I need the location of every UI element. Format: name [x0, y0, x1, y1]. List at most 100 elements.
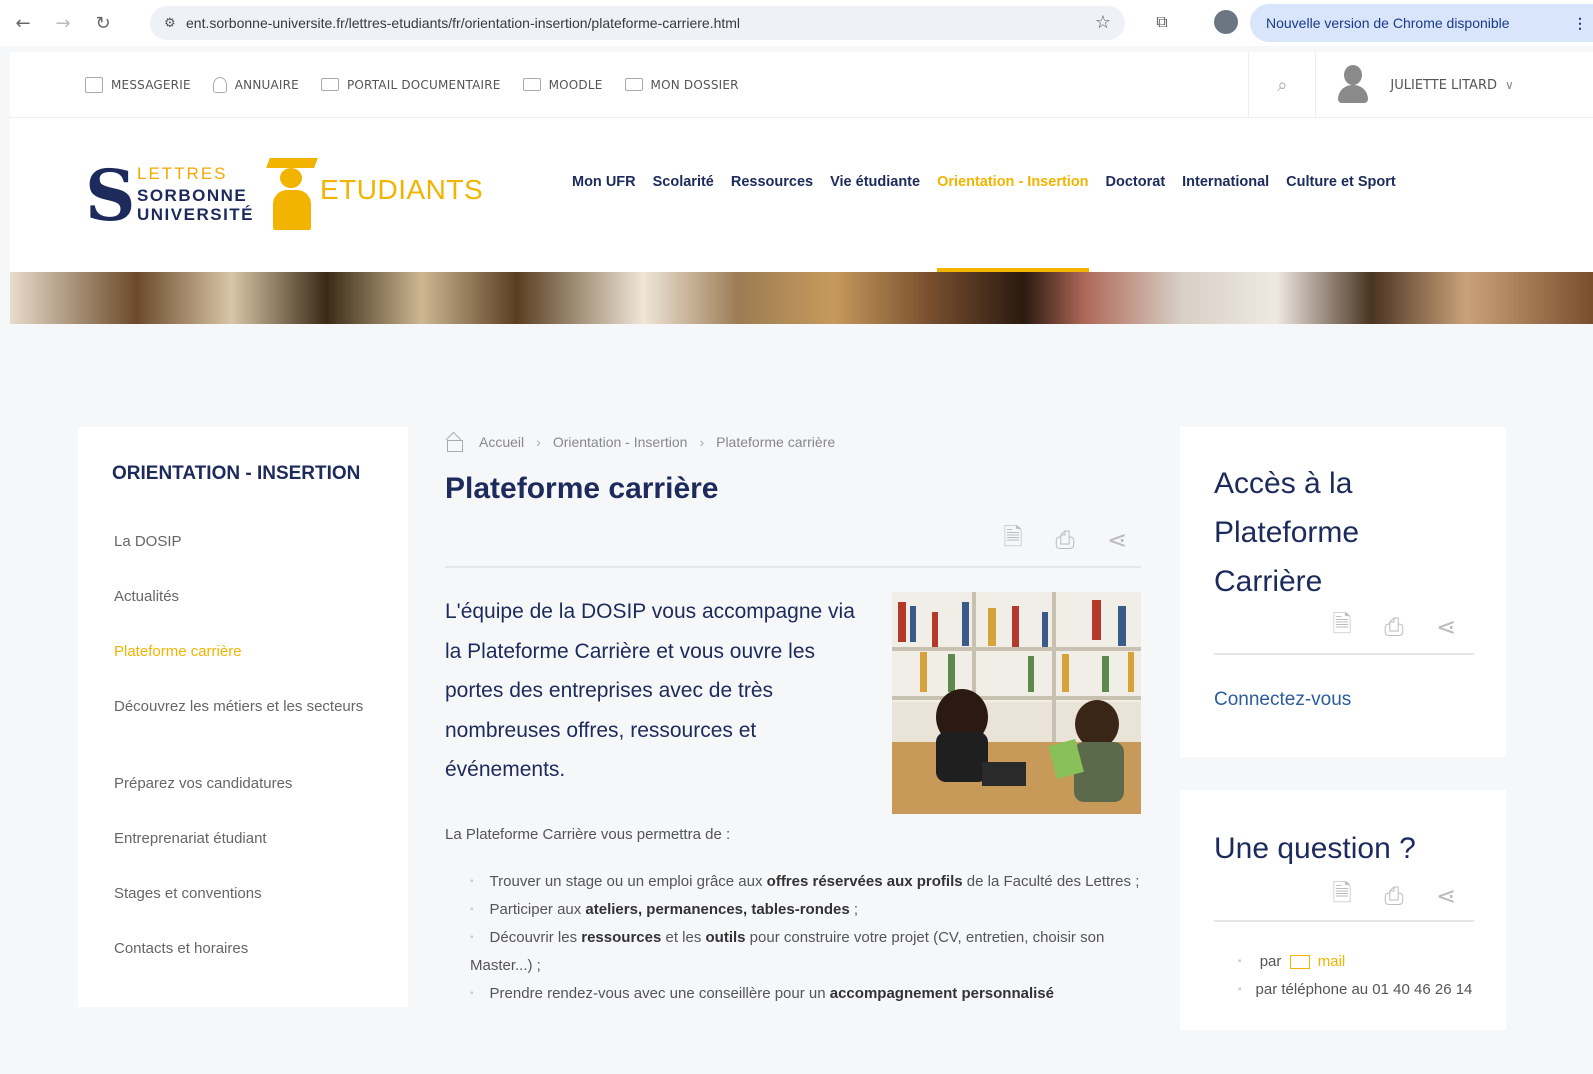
logo-line3: UNIVERSITÉ: [137, 205, 255, 224]
bookmark-star-icon[interactable]: ☆: [1095, 12, 1111, 33]
util-moodle[interactable]: MOODLE: [522, 78, 603, 92]
list-item: Participer aux ateliers, permanences, ta…: [470, 896, 1140, 924]
home-icon[interactable]: [445, 433, 465, 452]
access-card-title: Accès à la Plateforme Carrière: [1214, 467, 1360, 598]
list-item: Découvrir les ressources et les outils p…: [470, 924, 1140, 980]
sidebar-item-actualites[interactable]: Actualités: [114, 585, 374, 608]
pdf-icon[interactable]: 🗎: [1326, 879, 1358, 912]
back-arrow-icon[interactable]: ←: [6, 6, 40, 40]
breadcrumb-separator: ›: [699, 434, 705, 450]
share-icon[interactable]: ⋖: [1101, 524, 1133, 556]
util-label: PORTAIL DOCUMENTAIRE: [346, 77, 501, 92]
mail-icon: [1289, 955, 1310, 970]
nav-mon-ufr[interactable]: Mon UFR: [572, 174, 636, 190]
sidebar-item-dosip[interactable]: La DOSIP: [114, 530, 374, 553]
nav-culture-sport[interactable]: Culture et Sport: [1286, 174, 1396, 190]
nav-ressources[interactable]: Ressources: [731, 174, 813, 190]
sidebar-item-candidatures[interactable]: Préparez vos candidatures: [114, 772, 374, 795]
contact-mail: par mail: [1238, 948, 1488, 976]
etudiants-text: ETUDIANTS: [320, 174, 484, 205]
student-body-shape: [273, 190, 311, 230]
page-tools: 🗎 ⎙ ⋖: [977, 523, 1133, 556]
pdf-icon[interactable]: 🗎: [997, 523, 1029, 556]
site-settings-icon[interactable]: ⚙: [164, 16, 186, 31]
nav-doctorat[interactable]: Doctorat: [1106, 174, 1166, 190]
nav-scolarite[interactable]: Scolarité: [653, 174, 714, 190]
sidebar-item-plateforme-carriere[interactable]: Plateforme carrière: [114, 640, 374, 663]
intro-text: La Plateforme Carrière vous permettra de…: [445, 826, 731, 843]
folder-icon: [624, 78, 643, 91]
sorbonne-logo[interactable]: S LETTRES SORBONNE UNIVERSITÉ: [85, 158, 265, 234]
question-card-title: Une question ?: [1214, 832, 1416, 865]
sidebar-item-metiers[interactable]: Découvrez les métiers et les secteurs: [114, 695, 374, 718]
forward-arrow-icon[interactable]: →: [46, 6, 80, 40]
user-name[interactable]: JULIETTE LITARD: [1390, 78, 1497, 93]
util-mon-dossier[interactable]: MON DOSSIER: [624, 78, 739, 92]
title-divider: [445, 566, 1141, 568]
menu-dots-icon[interactable]: ⋮: [1573, 15, 1587, 32]
print-icon[interactable]: ⎙: [1049, 524, 1081, 556]
list-item: Trouver un stage ou un emploi grâce aux …: [470, 868, 1140, 896]
breadcrumb: Accueil › Orientation - Insertion › Plat…: [445, 433, 836, 452]
sorbonne-s-mark: S: [85, 154, 136, 237]
sidebar-item-entreprenariat[interactable]: Entreprenariat étudiant: [114, 827, 374, 850]
pdf-icon[interactable]: 🗎: [1326, 610, 1358, 643]
breadcrumb-accueil[interactable]: Accueil: [479, 434, 524, 450]
mail-prefix: par: [1259, 953, 1282, 970]
nav-vie-etudiante[interactable]: Vie étudiante: [830, 174, 920, 190]
card-divider: [1214, 653, 1474, 655]
contact-list: par mail par téléphone au 01 40 46 26 14: [1238, 948, 1488, 1004]
graduation-cap-icon: [266, 158, 318, 168]
sidebar-item-contacts[interactable]: Contacts et horaires: [114, 937, 374, 960]
section-sidebar: ORIENTATION - INSERTION La DOSIP Actuali…: [78, 427, 408, 1007]
user-icon: [212, 76, 227, 93]
user-area: ⌕ JULIETTE LITARD ∨: [1248, 52, 1593, 118]
address-bar[interactable]: ⚙ ent.sorbonne-universite.fr/lettres-etu…: [150, 6, 1125, 40]
util-label: MESSAGERIE: [111, 77, 191, 92]
share-icon[interactable]: ⋖: [1430, 880, 1462, 912]
chrome-update-button[interactable]: Nouvelle version de Chrome disponible ⋮: [1250, 4, 1593, 42]
url-text[interactable]: ent.sorbonne-universite.fr/lettres-etudi…: [186, 15, 740, 31]
reload-icon[interactable]: ↻: [86, 6, 120, 40]
etudiants-logo[interactable]: ETUDIANTS: [266, 158, 483, 234]
nav-international[interactable]: International: [1182, 174, 1269, 190]
header-banner-image: [10, 272, 1593, 324]
breadcrumb-separator: ›: [536, 434, 541, 450]
extension-icon[interactable]: ⧉: [1150, 10, 1174, 34]
util-label: ANNUAIRE: [234, 77, 299, 92]
profile-icon[interactable]: [1214, 10, 1238, 34]
util-portail[interactable]: PORTAIL DOCUMENTAIRE: [320, 77, 501, 92]
chevron-down-icon[interactable]: ∨: [1505, 78, 1535, 92]
sidebar-item-stages[interactable]: Stages et conventions: [114, 882, 374, 905]
logo-line1: LETTRES: [137, 164, 228, 183]
card-tools: 🗎 ⎙ ⋖: [1306, 879, 1462, 912]
logo-line2: SORBONNE: [137, 186, 248, 205]
contact-phone: par téléphone au 01 40 46 26 14: [1238, 976, 1488, 1004]
nav-orientation-insertion[interactable]: Orientation - Insertion: [937, 174, 1089, 272]
print-icon[interactable]: ⎙: [1378, 611, 1410, 643]
card-tools: 🗎 ⎙ ⋖: [1306, 610, 1462, 643]
connect-link[interactable]: Connectez-vous: [1214, 689, 1351, 711]
util-messagerie[interactable]: MESSAGERIE: [85, 76, 191, 93]
calendar-icon: [85, 76, 103, 93]
utility-bar: MESSAGERIE ANNUAIRE PORTAIL DOCUMENTAIRE…: [10, 52, 1593, 118]
mail-link[interactable]: mail: [1318, 953, 1346, 970]
search-icon[interactable]: ⌕: [1248, 52, 1317, 118]
sidebar-title: ORIENTATION - INSERTION: [112, 463, 361, 484]
page-title: Plateforme carrière: [445, 472, 719, 505]
list-item: Prendre rendez-vous avec une conseillère…: [470, 980, 1140, 1008]
share-icon[interactable]: ⋖: [1430, 611, 1462, 643]
print-icon[interactable]: ⎙: [1378, 880, 1410, 912]
site-header: S LETTRES SORBONNE UNIVERSITÉ ETUDIANTS …: [10, 118, 1593, 272]
question-card: Une question ? 🗎 ⎙ ⋖ par mail par téléph…: [1180, 790, 1506, 1030]
students-library-photo: [892, 592, 1141, 814]
access-card: Accès à la Plateforme Carrière 🗎 ⎙ ⋖ Con…: [1180, 427, 1506, 757]
breadcrumb-orientation[interactable]: Orientation - Insertion: [553, 434, 688, 450]
student-head-shape: [280, 168, 302, 188]
avatar[interactable]: [1336, 65, 1370, 105]
breadcrumb-current: Plateforme carrière: [716, 434, 836, 450]
benefits-list: Trouver un stage ou un emploi grâce aux …: [470, 868, 1140, 1008]
main-nav: Mon UFR Scolarité Ressources Vie étudian…: [572, 174, 1413, 272]
util-annuaire[interactable]: ANNUAIRE: [212, 76, 299, 93]
folder-icon: [320, 78, 339, 91]
